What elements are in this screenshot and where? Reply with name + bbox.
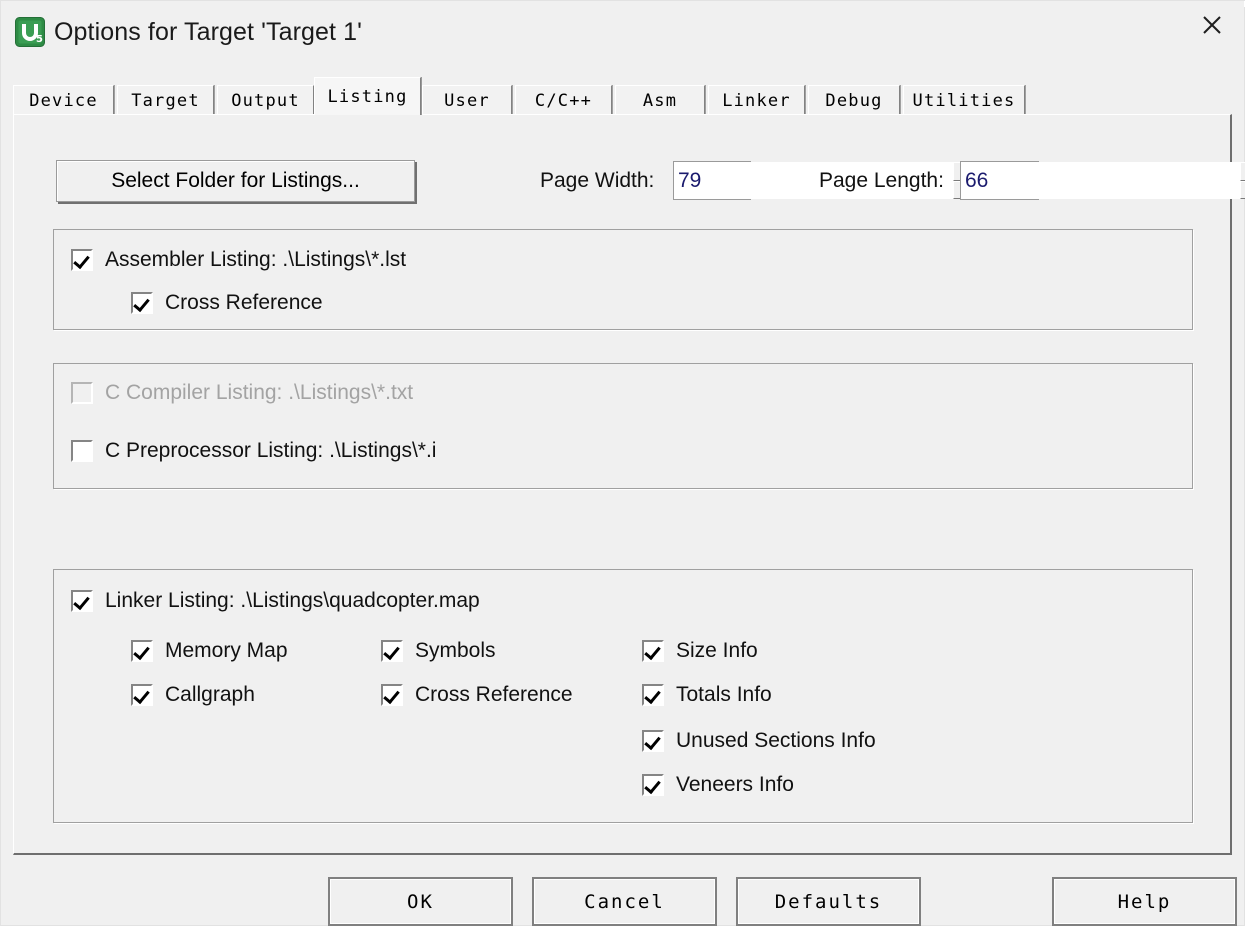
tab-device[interactable]: Device	[13, 85, 114, 115]
page-length-spinner[interactable]	[960, 161, 1245, 200]
linker-listing-label: Linker Listing: .\Listings\quadcopter.ma…	[105, 589, 480, 612]
page-length-spin-down-icon[interactable]	[1240, 180, 1245, 199]
tab-output[interactable]: Output	[217, 85, 314, 115]
veneers-info-checkbox[interactable]: Veneers Info	[642, 773, 794, 797]
checkbox-icon[interactable]	[131, 684, 153, 706]
checkbox-icon[interactable]	[71, 249, 93, 271]
checkbox-icon[interactable]	[131, 640, 153, 662]
checkbox-icon[interactable]	[71, 440, 93, 462]
linker-cross-reference-checkbox[interactable]: Cross Reference	[381, 683, 573, 707]
title-bar: 5 Options for Target 'Target 1'	[1, 1, 1244, 65]
checkbox-icon[interactable]	[642, 774, 664, 796]
tab-target[interactable]: Target	[117, 85, 214, 115]
tab-asm[interactable]: Asm	[615, 85, 705, 115]
options-dialog: 5 Options for Target 'Target 1' Device T…	[0, 0, 1245, 926]
c-compiler-listing-label: C Compiler Listing: .\Listings\*.txt	[105, 381, 414, 404]
tab-strip: Device Target Output Listing User C/C++ …	[13, 77, 1228, 115]
checkbox-icon[interactable]	[642, 640, 664, 662]
checkbox-icon	[71, 382, 93, 404]
unused-sections-info-label: Unused Sections Info	[676, 729, 876, 752]
checkbox-icon[interactable]	[131, 292, 153, 314]
assembler-cross-reference-label: Cross Reference	[165, 291, 323, 314]
checkbox-icon[interactable]	[642, 730, 664, 752]
symbols-checkbox[interactable]: Symbols	[381, 639, 496, 663]
page-length-label: Page Length:	[819, 169, 944, 192]
checkbox-icon[interactable]	[71, 590, 93, 612]
page-length-spin-up-icon[interactable]	[1240, 162, 1245, 181]
checkbox-icon[interactable]	[642, 684, 664, 706]
unused-sections-info-checkbox[interactable]: Unused Sections Info	[642, 729, 876, 753]
page-length-input[interactable]	[961, 162, 1240, 199]
tab-user[interactable]: User	[422, 85, 512, 115]
c-preprocessor-listing-label: C Preprocessor Listing: .\Listings\*.i	[105, 439, 437, 462]
page-length-spin-buttons[interactable]	[1240, 162, 1245, 199]
symbols-label: Symbols	[415, 639, 496, 662]
size-info-label: Size Info	[676, 639, 758, 662]
tab-listing[interactable]: Listing	[314, 77, 421, 115]
svg-text:5: 5	[36, 34, 43, 45]
c-compiler-listing-checkbox: C Compiler Listing: .\Listings\*.txt	[71, 381, 413, 405]
c-preprocessor-listing-checkbox[interactable]: C Preprocessor Listing: .\Listings\*.i	[71, 439, 436, 463]
callgraph-label: Callgraph	[165, 683, 255, 706]
tab-linker[interactable]: Linker	[708, 85, 805, 115]
tab-utilities[interactable]: Utilities	[903, 85, 1025, 115]
checkbox-icon[interactable]	[381, 640, 403, 662]
page-width-label: Page Width:	[540, 169, 655, 192]
checkbox-icon[interactable]	[381, 684, 403, 706]
callgraph-checkbox[interactable]: Callgraph	[131, 683, 255, 707]
assembler-listing-checkbox[interactable]: Assembler Listing: .\Listings\*.lst	[71, 248, 406, 272]
veneers-info-label: Veneers Info	[676, 773, 794, 796]
page-width-spinner[interactable]	[673, 161, 981, 200]
size-info-checkbox[interactable]: Size Info	[642, 639, 758, 663]
window-title: Options for Target 'Target 1'	[54, 18, 362, 46]
cancel-button[interactable]: Cancel	[534, 879, 715, 924]
totals-info-label: Totals Info	[676, 683, 772, 706]
select-folder-for-listings-button[interactable]: Select Folder for Listings...	[56, 160, 415, 202]
keil-uvision5-icon: 5	[15, 17, 45, 47]
close-icon[interactable]	[1180, 1, 1244, 49]
assembler-cross-reference-checkbox[interactable]: Cross Reference	[131, 291, 323, 315]
linker-cross-reference-label: Cross Reference	[415, 683, 573, 706]
defaults-button[interactable]: Defaults	[738, 879, 919, 924]
tab-c-cpp[interactable]: C/C++	[515, 85, 612, 115]
assembler-listing-label: Assembler Listing: .\Listings\*.lst	[105, 248, 407, 271]
totals-info-checkbox[interactable]: Totals Info	[642, 683, 772, 707]
memory-map-checkbox[interactable]: Memory Map	[131, 639, 288, 663]
tab-debug[interactable]: Debug	[808, 85, 900, 115]
help-button[interactable]: Help	[1054, 879, 1235, 924]
linker-listing-checkbox[interactable]: Linker Listing: .\Listings\quadcopter.ma…	[71, 589, 480, 613]
memory-map-label: Memory Map	[165, 639, 288, 662]
ok-button[interactable]: OK	[330, 879, 511, 924]
